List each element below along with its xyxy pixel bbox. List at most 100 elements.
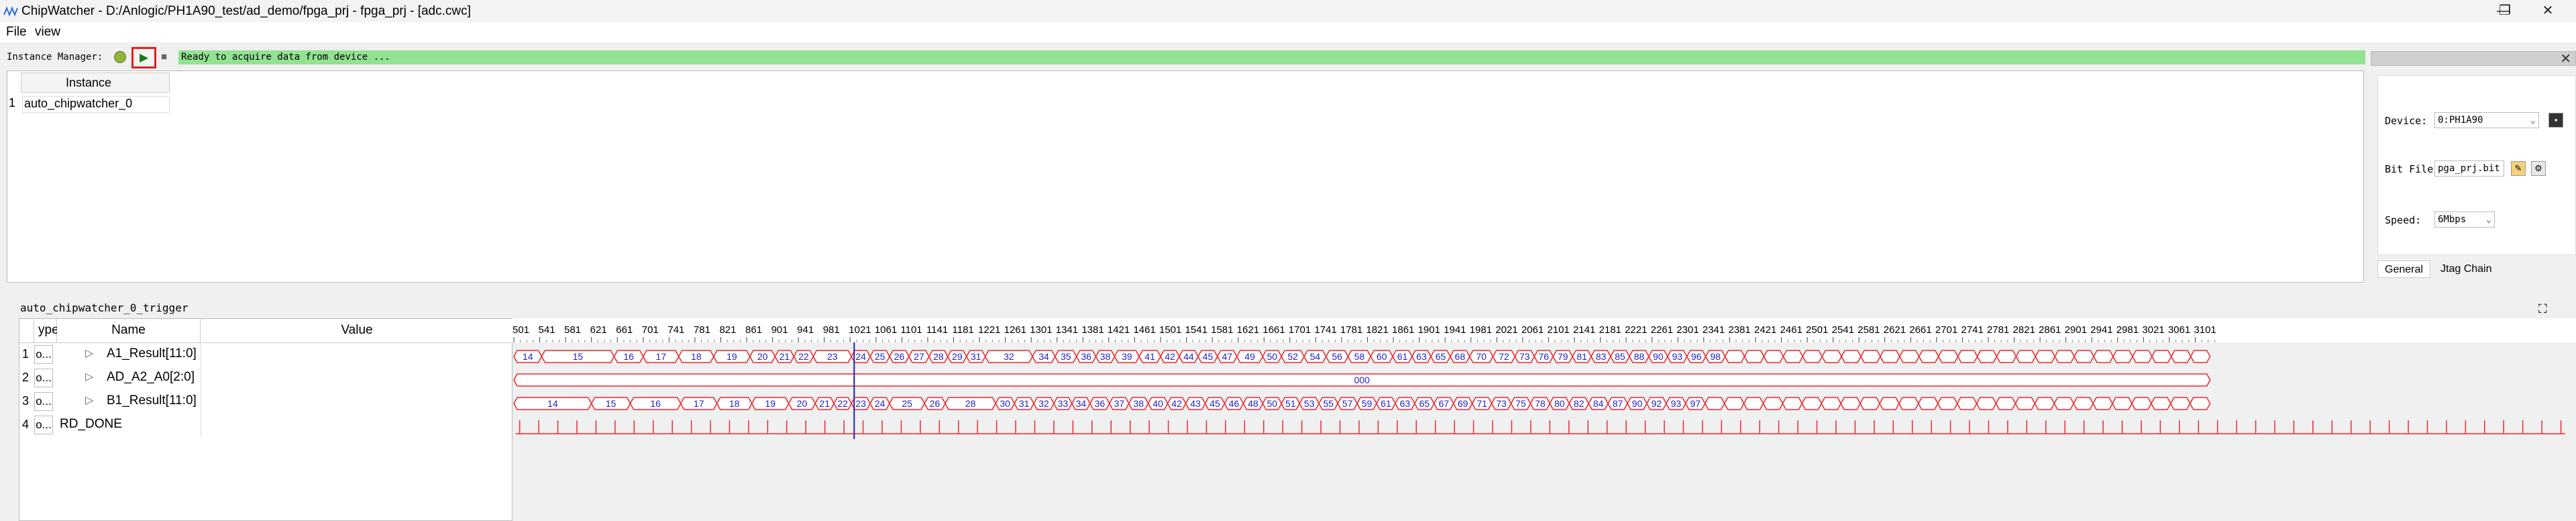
bus-value-label: 65 <box>1436 351 1446 362</box>
bus-value-label: 31 <box>1019 398 1030 409</box>
signal-type[interactable]: o... <box>34 392 53 411</box>
bus-value-label: 90 <box>1632 398 1643 409</box>
ruler-tick-label: 1981 <box>1470 324 1492 336</box>
bus-value-label: 21 <box>819 398 830 409</box>
row-number: 1 <box>22 347 30 361</box>
settings-gear-icon[interactable] <box>114 51 126 63</box>
ruler-tick-label: 2621 <box>1884 324 1906 336</box>
ruler-tick-label: 2261 <box>1651 324 1673 336</box>
menu-view[interactable]: view <box>35 25 60 40</box>
type-column-header[interactable]: ype <box>34 319 59 343</box>
bus-value-label: 73 <box>1519 351 1530 362</box>
signal-row[interactable]: 1 o... ▷ A1_Result[11:0] <box>19 343 513 367</box>
status-text: Ready to acquire data from device ... <box>181 52 390 62</box>
bus-value-label: 27 <box>914 351 924 362</box>
panel-close-icon[interactable]: ✕ <box>2560 50 2571 67</box>
bus-segment <box>1976 350 1998 363</box>
signal-type[interactable]: o... <box>34 416 53 434</box>
bus-segment <box>1879 397 1900 410</box>
ruler-tick-label: 3101 <box>2194 324 2216 336</box>
bus-value-label: 37 <box>1114 398 1125 409</box>
chip-icon[interactable]: ▪ <box>2548 113 2563 128</box>
bus-segment <box>2035 350 2056 363</box>
ruler-tick-label: 1661 <box>1263 324 1285 336</box>
tab-general[interactable]: General <box>2377 260 2430 278</box>
bus-value-label: 32 <box>1004 351 1014 362</box>
ruler-tick-label: 2421 <box>1754 324 1776 336</box>
download-icon[interactable]: ⚙ <box>2531 161 2546 176</box>
expand-arrow-icon[interactable]: ▷ <box>85 393 93 407</box>
jtag-panel-header: ✕ <box>2371 51 2576 66</box>
bus-segment <box>1723 397 1745 410</box>
name-column-header[interactable]: Name <box>57 319 201 343</box>
bus-value-label: 42 <box>1171 398 1182 409</box>
signal-type[interactable]: o... <box>34 369 53 387</box>
speed-select[interactable]: 6Mbps ⌄ <box>2434 211 2495 228</box>
ruler-tick-label: 501 <box>513 324 529 336</box>
speed-label: Speed: <box>2385 214 2422 226</box>
ruler-tick-label: 1581 <box>1211 324 1233 336</box>
menu-file[interactable]: File <box>6 25 27 40</box>
ruler-tick-label: 1341 <box>1056 324 1078 336</box>
tab-jtag-chain[interactable]: Jtag Chain <box>2434 260 2499 278</box>
window-title: ChipWatcher - D:/Anlogic/PH1A90_test/ad_… <box>21 4 471 18</box>
signal-row[interactable]: 3 o... ▷ B1_Result[11:0] <box>19 390 513 414</box>
bus-segment <box>2054 350 2075 363</box>
signal-row[interactable]: 4 o... RD_DONE <box>19 414 513 437</box>
ruler-tick-label: 2341 <box>1703 324 1725 336</box>
bus-value-label: 69 <box>1458 398 1468 409</box>
ruler-tick-label: 2461 <box>1780 324 1802 336</box>
bus-value-label: 26 <box>894 351 905 362</box>
waveform-canvas[interactable]: 501 541 581 621 661 701 741 781 821 861 901 941 981 1… <box>513 318 2576 521</box>
instance-toolbar: Instance Manager: ▶ ■ Ready to acquire d… <box>0 47 2365 68</box>
waveform-view[interactable]: 501 541 581 621 661 701 741 781 821 861 901 941 981 1… <box>513 318 2576 521</box>
instance-header-label: Instance <box>65 76 112 89</box>
bus-segment <box>1957 350 1978 363</box>
ruler-tick-label: 3061 <box>2168 324 2190 336</box>
expand-arrow-icon[interactable]: ▷ <box>85 370 93 383</box>
ruler-tick-label: 621 <box>590 324 607 336</box>
bus-segment <box>2132 350 2153 363</box>
ruler-tick-label: 3021 <box>2142 324 2164 336</box>
instance-row-name[interactable]: auto_chipwatcher_0 <box>22 96 170 113</box>
bitfile-input[interactable]: pga_prj.bit <box>2434 160 2504 177</box>
bus-segment <box>1841 350 1862 363</box>
ruler-tick-label: 1261 <box>1004 324 1026 336</box>
bus-value-label: 60 <box>1377 351 1387 362</box>
ruler-tick-label: 1061 <box>875 324 897 336</box>
signal-type[interactable]: o... <box>34 345 53 364</box>
close-window-button[interactable]: ✕ <box>2520 0 2576 22</box>
ruler-tick-label: 2301 <box>1676 324 1699 336</box>
ruler-tick-label: 1501 <box>1159 324 1181 336</box>
corner-header <box>19 319 34 343</box>
play-icon: ▶ <box>140 51 149 64</box>
bus-value-label: 15 <box>573 351 584 362</box>
open-folder-icon[interactable]: ✎ <box>2511 161 2526 176</box>
stop-button[interactable]: ■ <box>161 52 172 62</box>
bus-segment <box>1956 397 1978 410</box>
ruler-tick-label: 1221 <box>978 324 1000 336</box>
bus-value-label: 82 <box>1574 398 1585 409</box>
signal-name: AD_A2_A0[2:0] <box>107 370 195 384</box>
bus-value-label: 24 <box>855 351 866 362</box>
maximize-panel-icon[interactable]: ⛶ <box>2538 302 2547 316</box>
ruler-tick-label: 581 <box>564 324 581 336</box>
bus-segment <box>2053 397 2075 410</box>
bus-segment <box>2112 350 2133 363</box>
bus-value-label: 22 <box>798 351 809 362</box>
ruler-tick-label: 701 <box>642 324 659 336</box>
bus-segment <box>1840 397 1861 410</box>
bus-value-label: 42 <box>1165 351 1175 362</box>
ruler-tick-label: 1181 <box>953 324 974 336</box>
instance-column-header[interactable]: Instance <box>21 73 170 93</box>
ruler-tick-label: 1381 <box>1081 324 1104 336</box>
bus-segment <box>2170 350 2192 363</box>
bus-value-label: 71 <box>1477 398 1487 409</box>
signal-row[interactable]: 2 o... ▷ AD_A2_A0[2:0] <box>19 367 513 390</box>
value-column-header[interactable]: Value <box>201 319 513 343</box>
run-trigger-button[interactable]: ▶ <box>131 47 156 68</box>
bus-value-label: 20 <box>757 351 768 362</box>
device-select[interactable]: 0:PH1A90 ⌄ <box>2434 112 2539 128</box>
bus-value-label: 85 <box>1615 351 1625 362</box>
expand-arrow-icon[interactable]: ▷ <box>85 346 93 360</box>
